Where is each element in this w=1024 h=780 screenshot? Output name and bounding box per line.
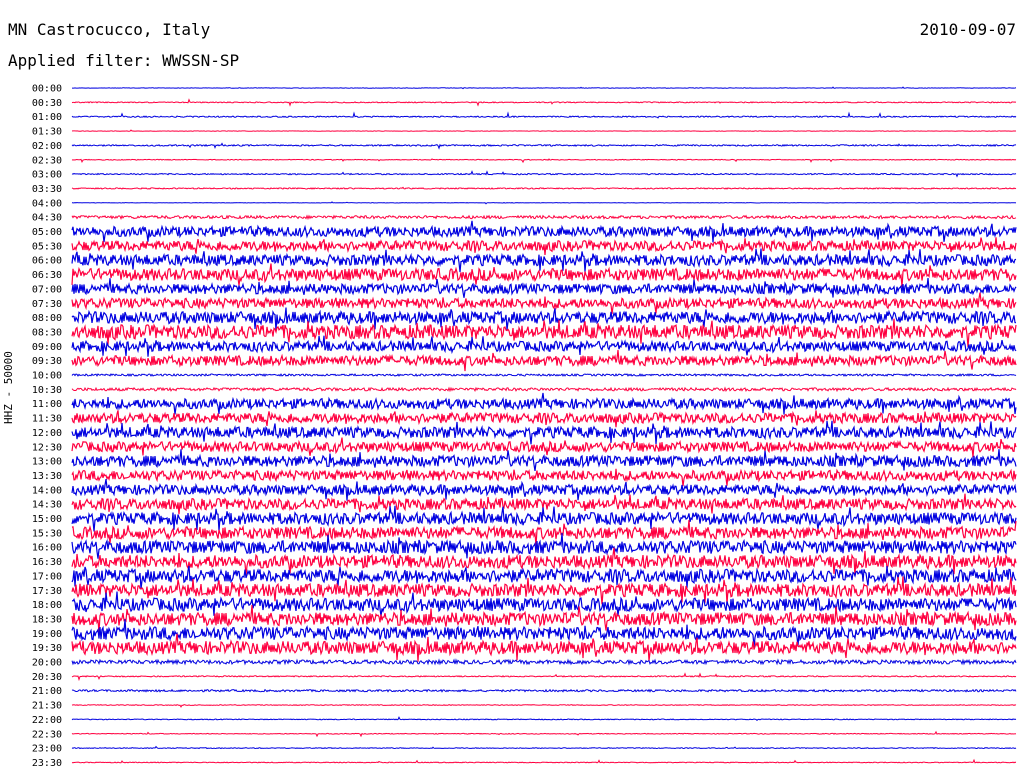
time-label: 13:30 (32, 471, 62, 482)
time-label: 23:30 (32, 758, 62, 769)
time-label: 03:30 (32, 184, 62, 195)
time-label: 06:30 (32, 270, 62, 281)
trace-line (71, 129, 1017, 132)
time-label: 10:30 (32, 385, 62, 396)
trace-line (71, 688, 1017, 693)
time-label: 22:30 (32, 729, 62, 740)
trace-line (72, 86, 1017, 90)
trace-line (71, 214, 1017, 221)
trace-line (71, 758, 1017, 764)
time-label: 03:00 (32, 170, 62, 181)
time-label: 07:30 (32, 299, 62, 310)
trace-line (71, 278, 1017, 298)
trace-line (71, 248, 1017, 273)
time-label: 09:30 (32, 356, 62, 367)
time-label: 08:00 (32, 313, 62, 324)
time-label: 04:00 (32, 198, 62, 209)
time-label: 09:00 (32, 342, 62, 353)
time-label: 21:00 (32, 686, 62, 697)
trace-line (71, 478, 1017, 501)
time-label: 10:00 (32, 371, 62, 382)
trace-line (71, 392, 1017, 415)
trace-line (71, 565, 1017, 590)
trace-line (71, 263, 1017, 288)
time-label: 12:30 (32, 442, 62, 453)
time-label: 01:00 (32, 112, 62, 123)
time-label: 16:30 (32, 557, 62, 568)
trace-line (71, 220, 1017, 243)
trace-line (71, 186, 1017, 190)
time-label: 04:30 (32, 213, 62, 224)
time-label: 14:30 (32, 500, 62, 511)
trace-line (71, 420, 1017, 445)
trace-line (71, 468, 1017, 487)
time-label: 07:00 (32, 284, 62, 295)
time-label: 17:00 (32, 571, 62, 582)
time-label: 15:30 (32, 528, 62, 539)
time-label: 00:30 (32, 98, 62, 109)
trace-line (71, 716, 1017, 721)
trace-line (71, 672, 1017, 682)
trace-line (71, 745, 1017, 750)
trace-line (71, 449, 1017, 471)
time-label: 21:30 (32, 701, 62, 712)
time-label: 12:00 (32, 428, 62, 439)
trace-line (71, 170, 1017, 178)
trace-line (71, 237, 1017, 256)
time-label: 22:00 (32, 715, 62, 726)
trace-line (71, 335, 1017, 357)
time-label: 23:00 (32, 744, 62, 755)
trace-line (71, 437, 1017, 458)
time-label: 02:30 (32, 155, 62, 166)
trace-line (71, 505, 1017, 532)
trace-line (71, 201, 1017, 205)
trace-line (71, 410, 1017, 428)
trace-line (71, 386, 1017, 393)
time-label: 15:00 (32, 514, 62, 525)
time-label: 16:00 (32, 543, 62, 554)
time-label: 14:00 (32, 485, 62, 496)
trace-line (71, 292, 1017, 315)
time-label: 18:30 (32, 614, 62, 625)
time-label: 20:30 (32, 672, 62, 683)
seismogram-plot: 00:00 00:30 01:00 01:30 02:00 02:30 03:00 03:30… (32, 84, 1017, 769)
trace-line (71, 158, 1017, 164)
time-label: 05:30 (32, 241, 62, 252)
time-label: 17:30 (32, 586, 62, 597)
time-label: 19:30 (32, 643, 62, 654)
trace-line (71, 704, 1017, 708)
time-label: 11:30 (32, 414, 62, 425)
time-label: 20:00 (32, 658, 62, 669)
trace-line (71, 142, 1017, 150)
time-label: 06:00 (32, 256, 62, 267)
time-label: 00:00 (32, 84, 62, 95)
time-label: 01:30 (32, 127, 62, 138)
trace-line (71, 373, 1017, 378)
time-label: 13:00 (32, 457, 62, 468)
trace-line (71, 349, 1017, 372)
time-label: 05:00 (32, 227, 62, 238)
time-label: 19:00 (32, 629, 62, 640)
trace-line (71, 730, 1017, 738)
trace-line (71, 658, 1017, 666)
trace-line (71, 98, 1017, 107)
time-label: 02:00 (32, 141, 62, 152)
time-label: 08:30 (32, 327, 62, 338)
time-label: 11:00 (32, 399, 62, 410)
time-label: 18:00 (32, 600, 62, 611)
trace-line (71, 111, 1017, 119)
